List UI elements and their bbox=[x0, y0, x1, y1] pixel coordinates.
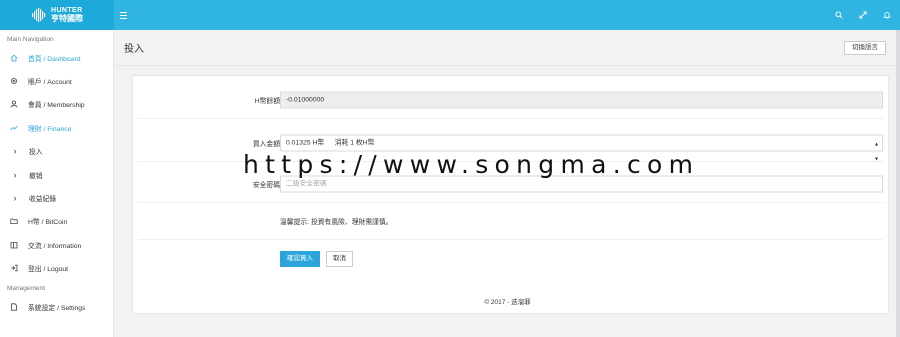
sidebar-item-invest[interactable]: › 投入 bbox=[0, 140, 113, 163]
password-label: 安全密碼 bbox=[252, 182, 280, 189]
balance-label: H幣餘額 bbox=[254, 98, 280, 105]
sidebar-item-dashboard[interactable]: 首頁 / Dashboard bbox=[0, 46, 113, 69]
sidebar-item-label: 系統設定 / Settings bbox=[28, 304, 86, 312]
sidebar-item-label: 首頁 / Dashboard bbox=[28, 55, 81, 63]
search-icon[interactable] bbox=[834, 10, 844, 20]
sidebar-item-label: 登出 / Logout bbox=[28, 266, 69, 274]
folder-icon bbox=[9, 216, 19, 226]
sidebar-item-label: 理財 / Finance bbox=[28, 125, 72, 133]
home-icon bbox=[9, 53, 19, 63]
top-icons bbox=[834, 0, 892, 30]
sidebar-item-label: 會員 / Membership bbox=[28, 102, 85, 110]
sidebar-item-bitcoin[interactable]: H幣 / BitCoin bbox=[0, 210, 113, 233]
sidebar-item-label: H幣 / BitCoin bbox=[28, 219, 68, 227]
section-title-main: Main Navigation bbox=[7, 36, 54, 43]
watermark: https://www.songma.com bbox=[243, 150, 700, 179]
sidebar: Main Navigation 首頁 / Dashboard 賬戶 / Acco… bbox=[0, 30, 114, 337]
chevron-right-icon: › bbox=[13, 146, 17, 157]
brand-logo[interactable]: HUNTER 亨特國際 bbox=[0, 0, 114, 30]
sidebar-item-logout[interactable]: 登出 / Logout bbox=[0, 257, 113, 280]
sidebar-item-label: 交流 / Information bbox=[28, 242, 82, 250]
sidebar-item-revoke[interactable]: › 撤销 bbox=[0, 163, 113, 186]
confirm-buy-button[interactable]: 確認買入 bbox=[280, 250, 320, 267]
amount-select[interactable]: 0.01325 H幣 消耗 1 枚H幣 ▴ ▾ bbox=[280, 134, 883, 163]
brand-text: HUNTER 亨特國際 bbox=[51, 7, 83, 23]
sidebar-item-label: 撤销 bbox=[29, 172, 43, 180]
sidebar-item-label: 投入 bbox=[29, 149, 43, 157]
form-actions: 確認買入 取消 bbox=[280, 250, 353, 267]
risk-hint: 溫馨提示: 投資有風險、理財需謹慎。 bbox=[280, 219, 393, 226]
file-icon bbox=[9, 302, 19, 312]
logo-mark-icon bbox=[32, 8, 46, 22]
sidebar-item-settings[interactable]: 系統設定 / Settings bbox=[0, 295, 113, 318]
select-arrows-icon: ▴ ▾ bbox=[874, 141, 878, 163]
cancel-button[interactable]: 取消 bbox=[326, 250, 353, 267]
sidebar-item-label: 收益紀錄 bbox=[29, 196, 57, 204]
balance-field: -0.01000000 bbox=[280, 91, 883, 109]
form-row-balance: H幣餘額 -0.01000000 bbox=[138, 82, 883, 119]
page-title: 投入 bbox=[124, 44, 144, 55]
trend-icon bbox=[9, 123, 19, 133]
page-header: 投入 切換語言 bbox=[115, 30, 900, 66]
sidebar-item-finance[interactable]: 理財 / Finance bbox=[0, 116, 113, 139]
form-row-hint: 溫馨提示: 投資有風險、理財需謹慎。 bbox=[138, 203, 883, 240]
invest-form-card: H幣餘額 -0.01000000 買入金額 0.01325 H幣 消耗 1 枚H… bbox=[132, 75, 889, 314]
form-row-actions: 確認買入 取消 bbox=[138, 240, 883, 277]
footer: © 2017 - 迭溜罪 bbox=[484, 299, 531, 306]
book-icon bbox=[9, 240, 19, 250]
scrollbar-track[interactable] bbox=[896, 30, 900, 337]
bell-icon[interactable] bbox=[882, 10, 892, 20]
chevron-right-icon: › bbox=[13, 169, 17, 180]
chevron-right-icon: › bbox=[13, 193, 17, 204]
fullscreen-icon[interactable] bbox=[858, 10, 868, 20]
brand-subname: 亨特國際 bbox=[51, 14, 83, 23]
amount-selected-value: 0.01325 H幣 消耗 1 枚H幣 bbox=[286, 139, 375, 147]
sidebar-item-label: 賬戶 / Account bbox=[28, 79, 72, 87]
switch-language-button[interactable]: 切換語言 bbox=[844, 40, 886, 55]
sidebar-item-account[interactable]: 賬戶 / Account bbox=[0, 69, 113, 92]
sidebar-item-membership[interactable]: 會員 / Membership bbox=[0, 93, 113, 116]
amount-label: 買入金額 bbox=[252, 141, 280, 148]
main-content: 投入 切換語言 H幣餘額 -0.01000000 買入金額 0.01325 H幣… bbox=[115, 30, 900, 337]
top-bar: HUNTER 亨特國際 bbox=[0, 0, 900, 30]
menu-toggle-icon[interactable] bbox=[120, 8, 130, 22]
logout-icon bbox=[9, 263, 19, 273]
user-icon bbox=[9, 99, 19, 109]
gear-icon bbox=[9, 76, 19, 86]
sidebar-item-information[interactable]: 交流 / Information bbox=[0, 233, 113, 256]
section-title-management: Management bbox=[7, 284, 45, 292]
sidebar-item-earnings[interactable]: › 收益紀錄 bbox=[0, 186, 113, 209]
